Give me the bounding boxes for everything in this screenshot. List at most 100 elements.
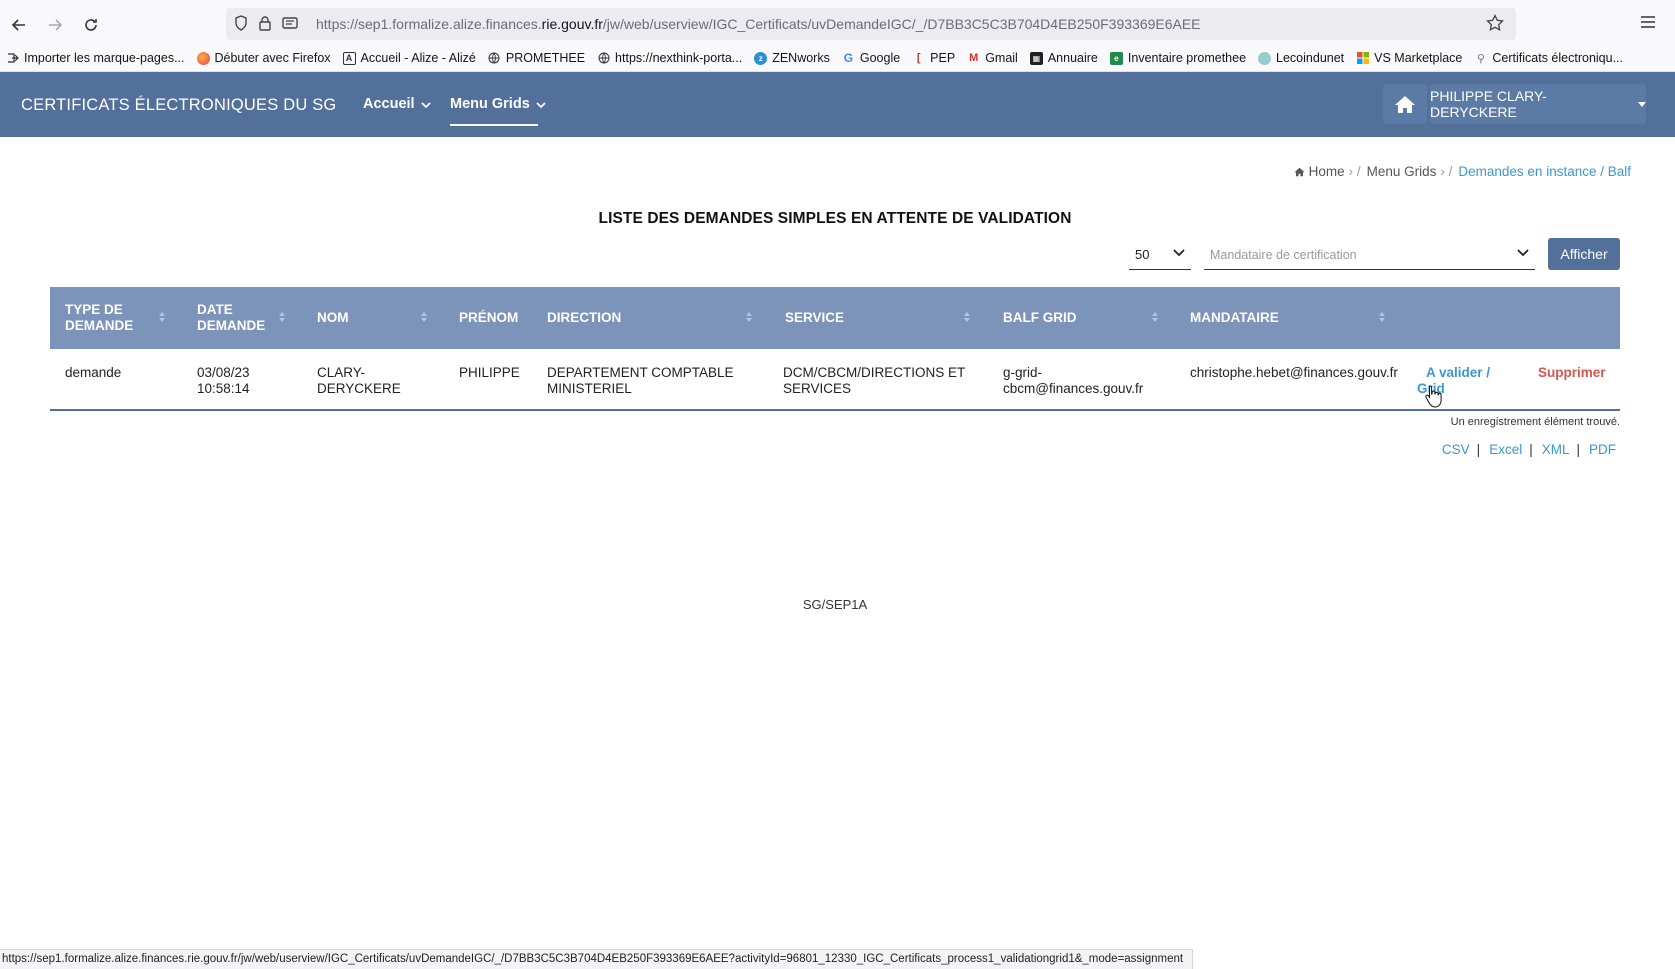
column-header-service[interactable]: SERVICE [785,287,844,349]
bookmark-label: Accueil - Alize - Alizé [360,51,476,65]
cell-service-line: DCM/CBCM/DIRECTIONS ET [783,365,966,380]
bookmark-gmail[interactable]: M Gmail [967,51,1018,65]
globe-icon [488,52,501,65]
browser-status-bar: https://sep1.formalize.alize.finances.ri… [0,949,1193,969]
column-header-prenom[interactable]: PRÉNOM [459,287,518,349]
bookmark-promethee[interactable]: PROMETHEE [488,51,585,65]
bookmark-nexthink[interactable]: https://nexthink-porta... [597,51,742,65]
mandataire-select[interactable]: Mandataire de certification [1204,240,1535,270]
validate-link-line[interactable]: A valider / [1417,365,1490,381]
zenworks-icon: z [754,51,768,65]
forward-arrow-icon [49,19,63,31]
bookmark-pep[interactable]: [PEP [912,51,955,65]
sort-icon[interactable] [279,312,287,324]
export-excel-link[interactable]: Excel [1489,442,1522,457]
bookmark-import[interactable]: Importer les marque-pages... [6,51,185,65]
address-bar[interactable]: https://sep1.formalize.alize.finances.ri… [226,8,1516,40]
breadcrumb-current[interactable]: Demandes en instance / Balf [1458,164,1631,179]
bookmark-google[interactable]: G Google [842,51,900,65]
export-separator: | [1476,442,1481,457]
bookmark-star-icon[interactable] [1486,14,1504,32]
home-button[interactable] [1383,84,1427,124]
cell-direction-line: MINISTERIEL [547,381,632,396]
bookmark-label: Inventaire promethee [1127,51,1247,65]
sort-icon[interactable] [964,312,972,324]
app-brand[interactable]: CERTIFICATS ÉLECTRONIQUES DU SG [21,96,336,115]
afficher-button[interactable]: Afficher [1548,238,1620,270]
certificat-icon: ⚲ [1476,52,1485,65]
cell-nom: CLARY- DERYCKERE [317,365,401,397]
cell-direction-line: DEPARTEMENT COMPTABLE [547,365,734,380]
chevron-down-icon [1173,249,1185,257]
reload-icon [85,19,97,31]
sort-icon[interactable] [159,312,167,324]
bookmark-annuaire[interactable]: ▦ Annuaire [1029,51,1098,65]
reload-button[interactable] [77,11,105,39]
url-prefix: https://sep1.formalize.alize.finances. [316,16,542,32]
nav-accueil-label: Accueil [363,96,415,112]
column-header-nom[interactable]: NOM [317,287,349,349]
sort-icon[interactable] [1152,312,1160,324]
bookmark-firefox[interactable]: Débuter avec Firefox [196,51,331,65]
cell-mandataire: christophe.hebet@finances.gouv.fr [1190,365,1398,380]
cell-service: DCM/CBCM/DIRECTIONS ET SERVICES [783,365,965,397]
bookmark-alize[interactable]: A Accueil - Alize - Alizé [342,51,476,65]
bookmark-zenworks[interactable]: z ZENworks [754,51,830,65]
cell-service-line: SERVICES [783,381,852,396]
home-icon [1395,95,1415,113]
column-header-label: DEMANDE [65,318,134,333]
sort-icon[interactable] [421,312,429,324]
delete-link[interactable]: Supprimer [1538,365,1606,381]
url-text[interactable]: https://sep1.formalize.alize.finances.ri… [316,16,1201,32]
lock-icon[interactable] [258,15,272,31]
breadcrumb: Home › / Menu Grids › / Demandes en inst… [1294,164,1631,179]
column-header-direction[interactable]: DIRECTION [547,287,621,349]
column-header-type[interactable]: TYPE DE DEMANDE [65,287,133,349]
export-csv-link[interactable]: CSV [1442,442,1470,457]
column-header-label: PRÉNOM [459,310,519,325]
breadcrumb-separator: › / [1440,164,1453,179]
page-info-icon[interactable] [282,16,298,30]
breadcrumb-menu-grids[interactable]: Menu Grids [1367,164,1437,179]
back-arrow-icon [11,19,25,31]
bookmark-inventaire[interactable]: e Inventaire promethee [1109,51,1247,65]
back-button[interactable] [5,11,33,39]
export-pdf-link[interactable]: PDF [1589,442,1616,457]
breadcrumb-home[interactable]: Home [1309,164,1345,179]
cell-balf-line: cbcm@finances.gouv.fr [1003,381,1144,396]
microsoft-icon [1356,52,1369,65]
alize-icon: A [342,51,356,65]
google-icon: G [843,51,854,65]
caret-down-icon [1638,101,1646,107]
sort-icon[interactable] [746,312,754,324]
sort-icon[interactable] [1379,312,1387,324]
export-xml-link[interactable]: XML [1542,442,1570,457]
column-header-label: DEMANDE [197,318,266,333]
page-size-select[interactable]: 50 [1129,240,1191,270]
lecoindunet-icon [1258,51,1272,65]
breadcrumb-separator: › / [1348,164,1361,179]
bookmark-lecoindunet[interactable]: Lecoindunet [1258,51,1344,65]
column-header-balf-grid[interactable]: BALF GRID [1003,287,1077,349]
cell-direction: DEPARTEMENT COMPTABLE MINISTERIEL [547,365,734,397]
bookmark-certificats[interactable]: ⚲ Certificats électroniqu... [1474,51,1623,65]
forward-button[interactable] [41,11,69,39]
cell-type: demande [65,365,122,380]
bookmark-label: VS Marketplace [1374,51,1463,65]
nav-menu-grids[interactable]: Menu Grids [450,96,546,112]
home-icon [1294,167,1305,176]
user-menu-button[interactable]: PHILIPPE CLARY-DERYCKERE [1430,84,1646,124]
hamburger-menu-icon[interactable] [1640,15,1656,29]
nav-accueil[interactable]: Accueil [363,96,431,112]
page-footer: SG/SEP1A [802,597,868,612]
table-header: TYPE DE DEMANDE DATE DEMANDE NOM PRÉNOM DI… [50,287,1620,349]
column-header-label: BALF GRID [1003,310,1077,325]
column-header-date[interactable]: DATE DEMANDE [197,287,265,349]
bookmark-label: Google [859,51,901,65]
bookmark-vs-marketplace[interactable]: VS Marketplace [1356,51,1462,65]
gmail-icon: M [969,52,979,64]
inventaire-icon: e [1109,51,1123,65]
cell-prenom: PHILIPPE [459,365,520,380]
column-header-mandataire[interactable]: MANDATAIRE [1190,287,1279,349]
shield-icon[interactable] [234,15,248,31]
